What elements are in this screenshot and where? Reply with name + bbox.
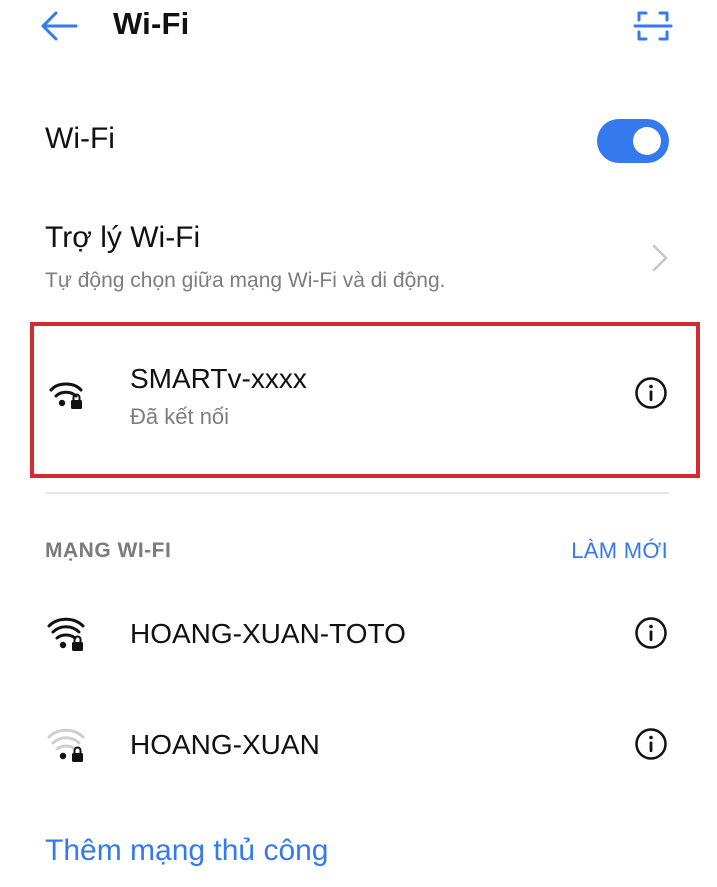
connected-network-row[interactable]: SMARTv-xxxx Đã kết nối <box>0 355 717 435</box>
wifi-toggle-row[interactable]: Wi-Fi <box>0 106 717 176</box>
connected-network-status: Đã kết nối <box>130 404 230 429</box>
divider <box>45 492 669 494</box>
toggle-knob <box>633 127 661 155</box>
add-network-manually-link[interactable]: Thêm mạng thủ công <box>45 834 329 868</box>
page-title: Wi-Fi <box>113 6 190 41</box>
header: Wi-Fi <box>0 0 717 56</box>
network-name: HOANG-XUAN <box>130 729 320 760</box>
chevron-right-icon <box>652 244 668 272</box>
wifi-lock-icon <box>47 617 85 651</box>
wifi-lock-weak-icon <box>47 728 85 762</box>
scan-qr-icon <box>633 11 673 41</box>
arrow-left-icon <box>41 11 78 41</box>
info-icon[interactable] <box>634 727 668 761</box>
network-name: HOANG-XUAN-TOTO <box>130 618 406 649</box>
connected-network-name: SMARTv-xxxx <box>130 363 307 394</box>
info-icon[interactable] <box>634 616 668 650</box>
network-row[interactable]: HOANG-XUAN <box>0 705 717 785</box>
info-icon[interactable] <box>634 376 668 410</box>
scan-qr-button[interactable] <box>632 6 674 46</box>
section-title-wifi-networks: MẠNG WI-FI <box>45 539 172 562</box>
wifi-settings-screen: Wi-Fi Wi-Fi Trợ lý Wi-Fi Tự động chọn gi… <box>0 0 717 887</box>
refresh-button[interactable]: LÀM MỚI <box>571 538 668 564</box>
wifi-toggle-switch[interactable] <box>597 119 669 163</box>
network-row[interactable]: HOANG-XUAN-TOTO <box>0 594 717 674</box>
wifi-lock-icon <box>49 382 83 409</box>
wifi-assistant-subtitle: Tự động chọn giữa mạng Wi-Fi và di động. <box>45 269 446 292</box>
back-button[interactable] <box>38 8 80 44</box>
wifi-assistant-title: Trợ lý Wi-Fi <box>45 221 201 254</box>
wifi-assistant-row[interactable]: Trợ lý Wi-Fi Tự động chọn giữa mạng Wi-F… <box>0 212 717 302</box>
wifi-toggle-label: Wi-Fi <box>45 122 115 155</box>
